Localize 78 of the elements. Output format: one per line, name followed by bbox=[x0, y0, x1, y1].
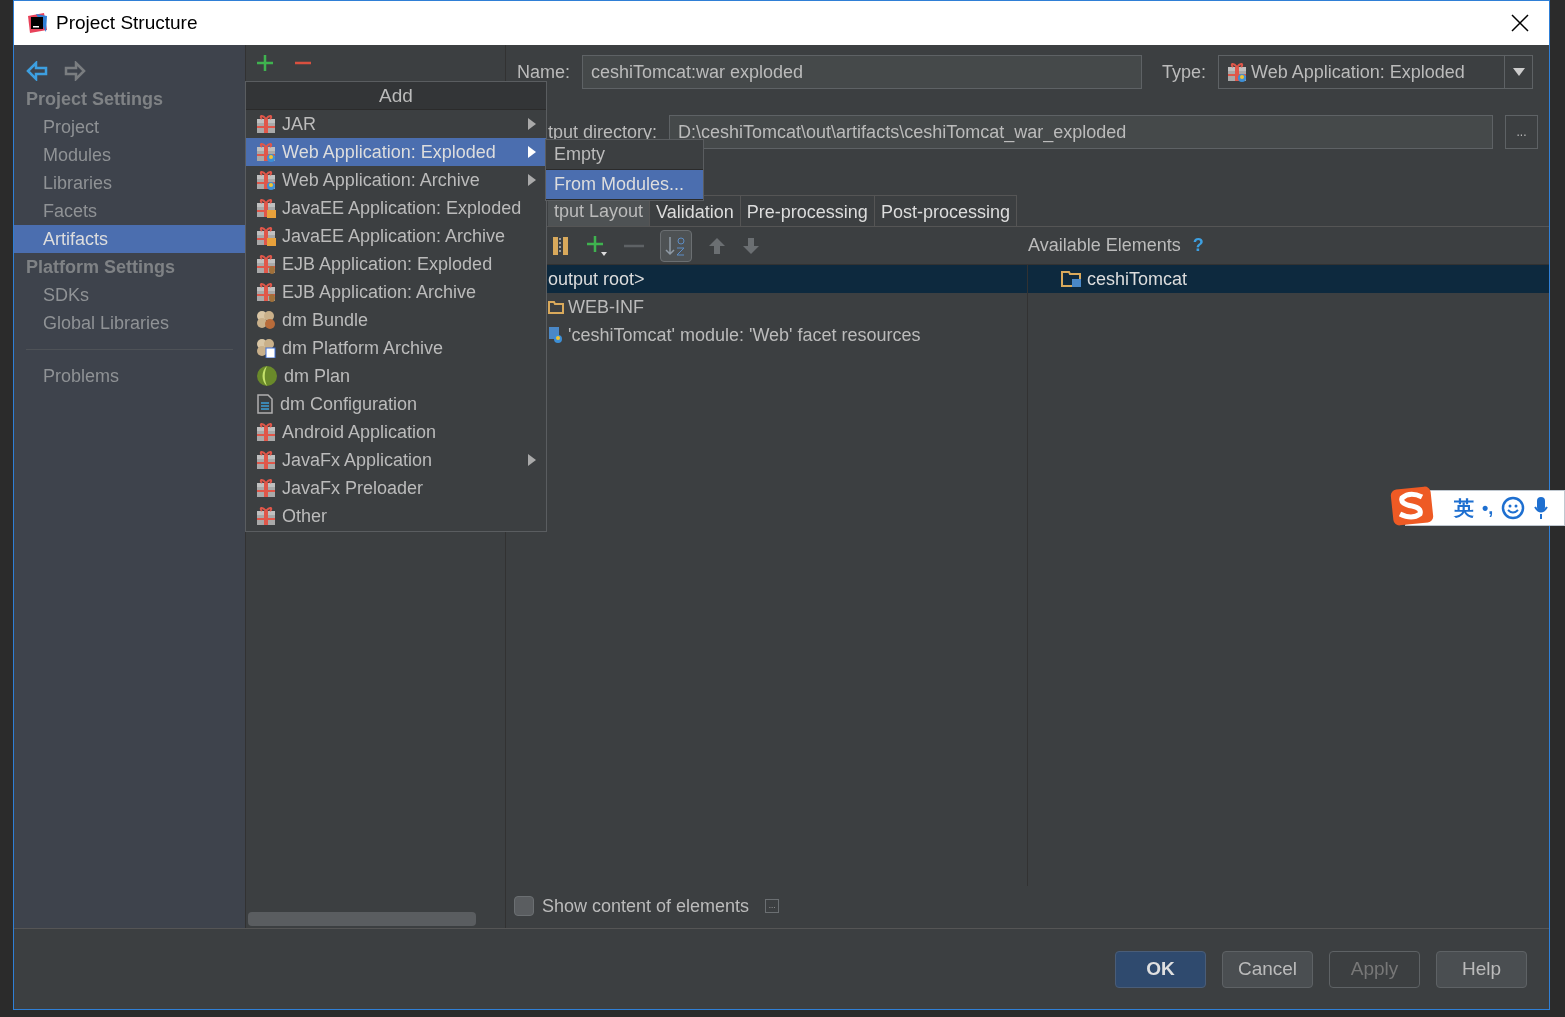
folder-icon bbox=[1061, 270, 1083, 288]
nav-item[interactable]: Project bbox=[14, 113, 245, 141]
gift-icon bbox=[256, 114, 276, 134]
globe-icon bbox=[256, 365, 278, 387]
tab[interactable]: Post-processing bbox=[874, 195, 1017, 226]
more-button[interactable]: ... bbox=[765, 899, 780, 913]
gift-icon bbox=[256, 226, 276, 246]
menu-item[interactable]: Web Application: Archive bbox=[246, 166, 546, 194]
document-icon bbox=[256, 394, 274, 414]
ime-mode[interactable]: 英 bbox=[1454, 493, 1474, 523]
gift-icon bbox=[256, 422, 276, 442]
up-arrow-icon[interactable] bbox=[708, 236, 726, 255]
menu-item[interactable]: JavaEE Application: Exploded bbox=[246, 194, 546, 222]
field-label: Type: bbox=[1162, 60, 1207, 84]
dialog-button[interactable]: Help bbox=[1436, 950, 1527, 988]
gift-icon bbox=[256, 142, 276, 162]
menu-item[interactable]: dm Plan bbox=[246, 362, 546, 390]
nav-item[interactable]: Libraries bbox=[14, 169, 245, 197]
gift-icon bbox=[256, 198, 276, 218]
nav-item[interactable]: Modules bbox=[14, 141, 245, 169]
menu-item[interactable]: JavaFx Preloader bbox=[246, 474, 546, 502]
menu-item[interactable]: Other bbox=[246, 502, 546, 530]
menu-item[interactable]: From Modules... bbox=[546, 170, 703, 200]
add-icon[interactable] bbox=[586, 234, 608, 257]
bundle-icon bbox=[256, 338, 276, 358]
gift-icon bbox=[256, 478, 276, 498]
close-icon[interactable] bbox=[1511, 14, 1529, 32]
gift-icon bbox=[256, 170, 276, 190]
browse-button[interactable]: ... bbox=[1505, 115, 1538, 149]
forward-arrow-icon[interactable] bbox=[64, 61, 86, 81]
nav-item[interactable]: Artifacts bbox=[14, 225, 245, 253]
checkbox-label: Show content of elements bbox=[542, 894, 750, 918]
dropdown-arrow-icon bbox=[1512, 68, 1525, 76]
tree-row[interactable]: ceshiTomcat bbox=[1028, 265, 1549, 293]
gift-icon bbox=[1227, 62, 1248, 82]
column-heading: Available Elements bbox=[1028, 234, 1181, 257]
columns-icon[interactable] bbox=[552, 235, 570, 256]
window-title: Project Structure bbox=[56, 10, 199, 35]
help-icon[interactable]: ? bbox=[1192, 232, 1204, 259]
menu-item[interactable]: Web Application: Exploded bbox=[246, 138, 546, 166]
app-logo-icon bbox=[26, 12, 48, 34]
popup-title: Add bbox=[246, 82, 546, 110]
menu-item[interactable]: Android Application bbox=[246, 418, 546, 446]
tab[interactable]: Pre-processing bbox=[740, 195, 875, 226]
menu-item[interactable]: dm Configuration bbox=[246, 390, 546, 418]
nav-item[interactable]: Facets bbox=[14, 197, 245, 225]
punctuation-mode[interactable]: •, bbox=[1482, 494, 1494, 522]
module-icon bbox=[548, 326, 564, 344]
gift-icon bbox=[256, 282, 276, 302]
sort-icon bbox=[665, 234, 687, 257]
down-arrow-icon[interactable] bbox=[742, 236, 760, 255]
type-dropdown[interactable]: Web Application: Exploded bbox=[1218, 55, 1533, 89]
field-label: Name: bbox=[517, 60, 570, 84]
smiley-icon[interactable] bbox=[1501, 496, 1526, 520]
bundle-icon bbox=[256, 310, 276, 330]
gift-icon bbox=[256, 254, 276, 274]
checkbox[interactable] bbox=[514, 896, 534, 916]
folder-icon bbox=[548, 300, 564, 314]
gift-icon bbox=[256, 450, 276, 470]
nav-item[interactable]: Problems bbox=[14, 362, 245, 390]
name-field[interactable]: ceshiTomcat:war exploded bbox=[582, 55, 1142, 89]
section-heading: Platform Settings bbox=[25, 256, 177, 279]
nav-item[interactable]: SDKs bbox=[14, 281, 245, 309]
back-arrow-icon[interactable] bbox=[26, 61, 48, 81]
add-icon[interactable] bbox=[256, 54, 274, 72]
sogou-logo-icon[interactable] bbox=[1390, 486, 1434, 526]
microphone-icon[interactable] bbox=[1533, 496, 1550, 520]
gift-icon bbox=[256, 506, 276, 526]
scrollbar[interactable] bbox=[248, 912, 476, 926]
menu-item[interactable]: JavaFx Application bbox=[246, 446, 546, 474]
dialog-button[interactable]: OK bbox=[1115, 950, 1206, 988]
nav-item[interactable]: Global Libraries bbox=[14, 309, 245, 337]
output-directory-field[interactable]: D:\ceshiTomcat\out\artifacts\ceshiTomcat_war_exploded bbox=[669, 115, 1493, 149]
section-heading: Project Settings bbox=[25, 88, 165, 111]
sort-button[interactable] bbox=[660, 229, 692, 262]
menu-item[interactable]: JAR bbox=[246, 110, 546, 138]
dialog-button[interactable]: Cancel bbox=[1222, 950, 1313, 988]
menu-item[interactable]: JavaEE Application: Archive bbox=[246, 222, 546, 250]
